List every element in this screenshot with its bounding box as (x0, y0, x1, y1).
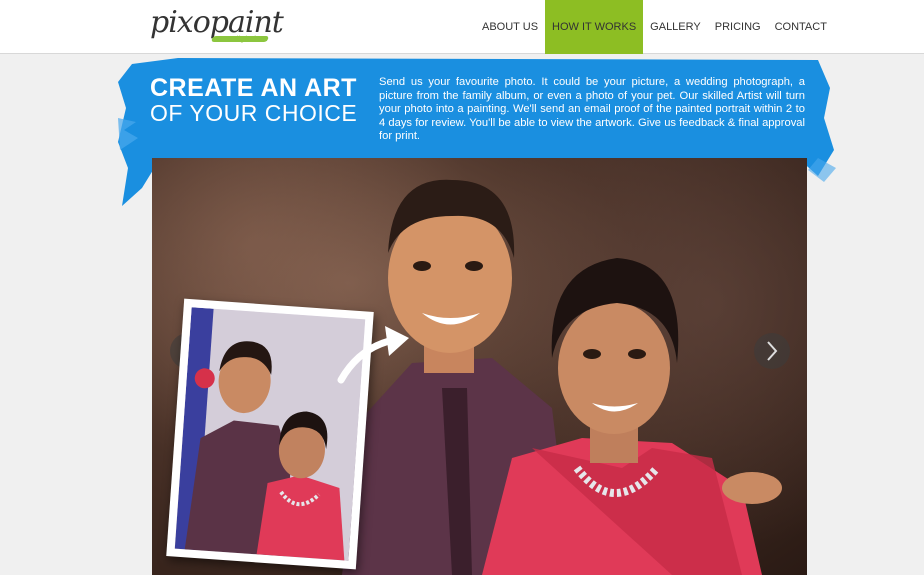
logo-name-main: pixo (150, 5, 211, 40)
logo[interactable]: pixopaint digital art (150, 5, 284, 48)
logo-name-accent: paint (209, 5, 284, 40)
logo-tagline: digital art (234, 36, 268, 43)
transform-arrow-icon (337, 326, 409, 384)
chevron-right-icon (767, 341, 778, 361)
nav-pricing[interactable]: PRICING (708, 0, 768, 54)
nav-how-it-works[interactable]: HOW IT WORKS (545, 0, 644, 54)
main-nav: ABOUT US HOW IT WORKS GALLERY PRICING CO… (475, 0, 834, 54)
nav-about-us[interactable]: ABOUT US (475, 0, 545, 54)
banner-title-line2: OF YOUR CHOICE (150, 100, 358, 126)
banner-description: Send us your favourite photo. It could b… (379, 76, 805, 143)
nav-contact[interactable]: CONTACT (768, 0, 834, 54)
nav-gallery[interactable]: GALLERY (643, 0, 708, 54)
slider-next-button[interactable] (754, 333, 790, 369)
site-header: pixopaint digital art ABOUT US HOW IT WO… (0, 0, 924, 54)
banner-title-line1: CREATE AN ART (150, 74, 357, 102)
logo-wordmark: pixopaint (150, 5, 284, 40)
